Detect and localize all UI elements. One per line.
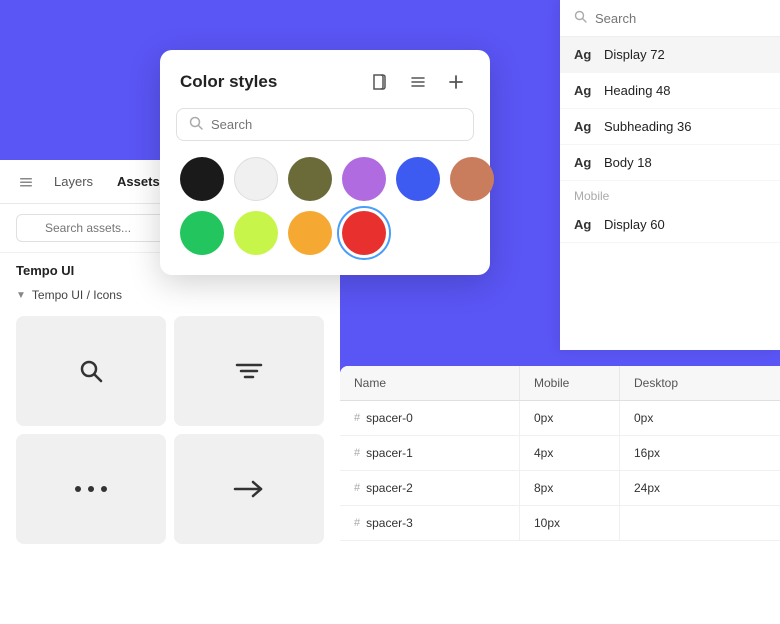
cell-spacer0-mobile: 0px [520, 401, 620, 435]
hash-icon: # [354, 447, 360, 459]
right-search-input[interactable] [595, 11, 771, 26]
spacer3-name: spacer-3 [366, 516, 413, 530]
asset-subsection[interactable]: ▼ Tempo UI / Icons [0, 282, 340, 308]
cell-spacer2-desktop: 24px [620, 471, 780, 505]
cell-spacer2-mobile: 8px [520, 471, 620, 505]
cell-spacer0-desktop: 0px [620, 401, 780, 435]
swatch-white[interactable] [234, 157, 278, 201]
hash-icon: # [354, 412, 360, 424]
text-style-name-display72: Display 72 [604, 47, 665, 62]
cell-spacer0-name: # spacer-0 [340, 401, 520, 435]
ag-label: Ag [574, 119, 594, 134]
table-row: # spacer-3 10px [340, 506, 780, 541]
col-header-mobile: Mobile [520, 366, 620, 400]
table-row: # spacer-1 4px 16px [340, 436, 780, 471]
swatch-green[interactable] [180, 211, 224, 255]
col-header-name: Name [340, 366, 520, 400]
icon-grid [0, 308, 340, 560]
spacer1-name: spacer-1 [366, 446, 413, 460]
book-icon-btn[interactable] [366, 68, 394, 96]
icon-cell-more[interactable] [16, 434, 166, 544]
cell-spacer3-mobile: 10px [520, 506, 620, 540]
subsection-label: Tempo UI / Icons [32, 288, 122, 302]
right-panel-search [560, 0, 780, 37]
add-style-btn[interactable] [442, 68, 470, 96]
color-popup-title: Color styles [180, 72, 356, 92]
text-style-subheading36[interactable]: Ag Subheading 36 [560, 109, 780, 145]
text-style-name-heading48: Heading 48 [604, 83, 671, 98]
ag-label: Ag [574, 47, 594, 62]
icon-cell-arrow[interactable] [174, 434, 324, 544]
ag-label: Ag [574, 83, 594, 98]
ag-label: Ag [574, 155, 594, 170]
text-style-body18[interactable]: Ag Body 18 [560, 145, 780, 181]
right-search-icon [574, 10, 587, 26]
popup-search-input[interactable] [211, 117, 461, 132]
text-style-name-subheading36: Subheading 36 [604, 119, 691, 134]
swatch-salmon[interactable] [450, 157, 494, 201]
swatch-black[interactable] [180, 157, 224, 201]
swatch-orange[interactable] [288, 211, 332, 255]
swatch-purple[interactable] [342, 157, 386, 201]
text-style-display60[interactable]: Ag Display 60 [560, 207, 780, 243]
spacer2-name: spacer-2 [366, 481, 413, 495]
color-swatch-grid [160, 157, 490, 255]
hash-icon: # [354, 482, 360, 494]
text-style-name-body18: Body 18 [604, 155, 652, 170]
chevron-icon: ▼ [16, 290, 26, 301]
color-popup-header: Color styles [160, 50, 490, 108]
text-style-name-display60: Display 60 [604, 217, 665, 232]
bottom-table: Name Mobile Desktop # spacer-0 0px 0px #… [340, 366, 780, 624]
color-popup: Color styles [160, 50, 490, 275]
swatch-blue[interactable] [396, 157, 440, 201]
text-style-heading48[interactable]: Ag Heading 48 [560, 73, 780, 109]
layers-icon [16, 172, 36, 192]
spacer0-name: spacer-0 [366, 411, 413, 425]
popup-search-icon [189, 116, 203, 133]
swatch-lime[interactable] [234, 211, 278, 255]
text-style-display72[interactable]: Ag Display 72 [560, 37, 780, 73]
cell-spacer1-desktop: 16px [620, 436, 780, 470]
right-panel: Ag Display 72 Ag Heading 48 Ag Subheadin… [560, 0, 780, 350]
cell-spacer3-name: # spacer-3 [340, 506, 520, 540]
icon-cell-filter[interactable] [174, 316, 324, 426]
color-popup-search [176, 108, 474, 141]
cell-spacer1-name: # spacer-1 [340, 436, 520, 470]
cell-spacer2-name: # spacer-2 [340, 471, 520, 505]
tab-layers[interactable]: Layers [44, 168, 103, 195]
swatch-red[interactable] [342, 211, 386, 255]
table-row: # spacer-0 0px 0px [340, 401, 780, 436]
mobile-section-label: Mobile [560, 181, 780, 207]
hash-icon: # [354, 517, 360, 529]
cell-spacer3-desktop [620, 513, 780, 533]
list-icon-btn[interactable] [404, 68, 432, 96]
cell-spacer1-mobile: 4px [520, 436, 620, 470]
table-row: # spacer-2 8px 24px [340, 471, 780, 506]
col-header-desktop: Desktop [620, 366, 780, 400]
swatch-olive[interactable] [288, 157, 332, 201]
icon-cell-search[interactable] [16, 316, 166, 426]
table-header-row: Name Mobile Desktop [340, 366, 780, 401]
ag-label: Ag [574, 217, 594, 232]
